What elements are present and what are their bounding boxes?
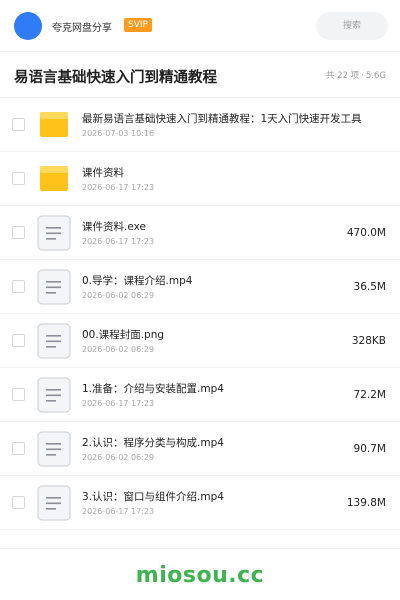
list-item[interactable]: 00.课程封面.png 2026-06-02 06:29 328KB: [0, 314, 400, 368]
list-item[interactable]: 0.导学：课程介绍.mp4 2026-06-02 06:29 36.5M: [0, 260, 400, 314]
file-size: 470.0M: [346, 227, 386, 239]
file-size: 72.2M: [353, 389, 386, 401]
watermark-text: miosou.cc: [135, 563, 265, 588]
file-size: 90.7M: [353, 443, 386, 455]
list-item[interactable]: 2.认识：程序分类与构成.mp4 2026-06-02 06:29 90.7M: [0, 422, 400, 476]
file-list: 最新易语言基础快速入门到精通教程：1天入门快速开发工具 2026-07-03 1…: [0, 98, 400, 530]
file-date: 2026-06-17 17:23: [82, 507, 155, 516]
file-date: 2026-06-02 06:29: [82, 453, 155, 462]
folder-icon: [37, 161, 71, 197]
select-checkbox[interactable]: [12, 172, 25, 185]
file-name: 00.课程封面.png: [82, 329, 165, 341]
search-input[interactable]: [316, 12, 388, 40]
footer: miosou.cc: [0, 548, 400, 600]
document-icon: [37, 485, 71, 521]
header-bar: 夸克网盘分享 SVIP: [0, 0, 400, 52]
list-item[interactable]: 1.准备：介绍与安装配置.mp4 2026-06-17 17:23 72.2M: [0, 368, 400, 422]
username: 夸克网盘分享: [52, 23, 112, 34]
file-name: 0.导学：课程介绍.mp4: [82, 275, 193, 287]
file-name: 最新易语言基础快速入门到精通教程：1天入门快速开发工具: [82, 113, 362, 125]
share-meta: 共 22 项 · 5.6G: [326, 69, 386, 81]
document-icon: [37, 215, 71, 251]
file-name: 1.准备：介绍与安装配置.mp4: [82, 383, 224, 395]
select-checkbox[interactable]: [12, 388, 25, 401]
list-item[interactable]: 最新易语言基础快速入门到精通教程：1天入门快速开发工具 2026-07-03 1…: [0, 98, 400, 152]
page-title: 易语言基础快速入门到精通教程: [14, 70, 217, 86]
total-size: 5.6G: [365, 71, 386, 81]
file-name: 2.认识：程序分类与构成.mp4: [82, 437, 224, 449]
file-size: 328KB: [351, 335, 386, 347]
file-date: 2026-07-03 10:16: [82, 129, 155, 138]
select-checkbox[interactable]: [12, 280, 25, 293]
list-item[interactable]: 课件资料 2026-06-17 17:23: [0, 152, 400, 206]
document-icon: [37, 431, 71, 467]
svip-badge: SVIP: [124, 18, 152, 32]
select-checkbox[interactable]: [12, 496, 25, 509]
file-name: 课件资料: [82, 167, 124, 179]
select-checkbox[interactable]: [12, 226, 25, 239]
file-size: 139.8M: [346, 497, 386, 509]
select-checkbox[interactable]: [12, 118, 25, 131]
file-name: 课件资料.exe: [82, 221, 146, 233]
item-count: 共 22 项: [325, 71, 360, 81]
file-date: 2026-06-17 17:23: [82, 237, 155, 246]
file-date: 2026-06-02 06:29: [82, 345, 155, 354]
file-size: 36.5M: [353, 281, 386, 293]
title-row: 易语言基础快速入门到精通教程 共 22 项 · 5.6G: [0, 52, 400, 98]
file-date: 2026-06-17 17:23: [82, 183, 155, 192]
document-icon: [37, 323, 71, 359]
folder-icon: [37, 107, 71, 143]
select-checkbox[interactable]: [12, 334, 25, 347]
document-icon: [37, 269, 71, 305]
file-name: 3.认识：窗口与组件介绍.mp4: [82, 491, 224, 503]
select-checkbox[interactable]: [12, 442, 25, 455]
file-date: 2026-06-17 17:23: [82, 399, 155, 408]
avatar[interactable]: [14, 12, 42, 40]
file-date: 2026-06-02 06:29: [82, 291, 155, 300]
meta-separator: ·: [361, 71, 364, 81]
list-item[interactable]: 课件资料.exe 2026-06-17 17:23 470.0M: [0, 206, 400, 260]
list-item[interactable]: 3.认识：窗口与组件介绍.mp4 2026-06-17 17:23 139.8M: [0, 476, 400, 530]
document-icon: [37, 377, 71, 413]
